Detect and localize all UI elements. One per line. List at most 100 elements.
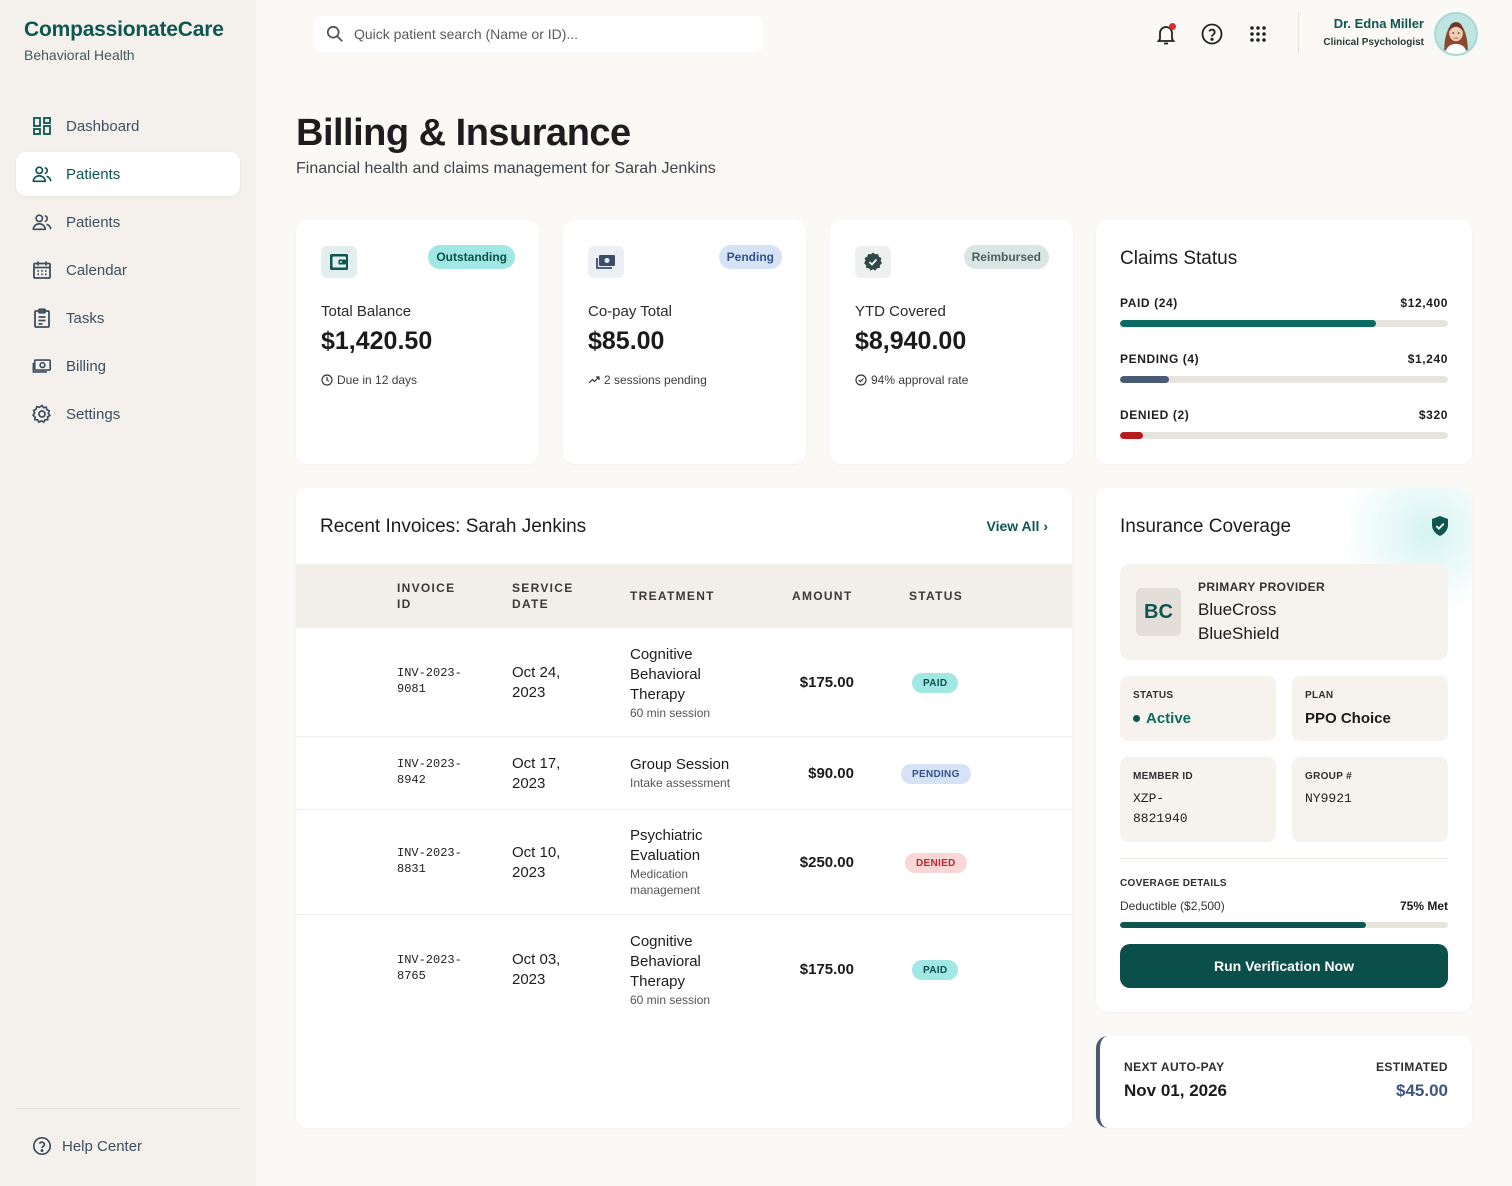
provider-name: BlueCross BlueShield [1198,600,1280,643]
claim-progress-fill [1120,376,1170,383]
sidebar-item-dashboard[interactable]: Dashboard [16,104,240,148]
insurance-coverage-card: Insurance Coverage BC PRIMARY PROVIDER B… [1096,488,1472,1012]
status-badge-pending: PENDING [901,764,971,784]
deductible-met: 75% Met [1399,899,1448,913]
claim-amount: $1,240 [1407,352,1448,366]
claim-progress-bar [1120,432,1448,439]
invoices-title: Recent Invoices: Sarah Jenkins [320,516,587,537]
brand-subtitle: Behavioral Health [24,47,135,63]
sidebar-item-calendar[interactable]: Calendar [16,248,240,292]
question-icon [1201,23,1223,45]
table-header: INVOICE ID SERVICE DATE TREATMENT AMOUNT… [296,564,1072,628]
service-date: Oct 24, 2023 [512,664,561,701]
deductible-label: Deductible ($2,500) [1120,899,1225,913]
claim-label: PENDING (4) [1120,352,1200,366]
treatment-detail: 60 min session [630,706,711,720]
invoice-amount: $90.00 [808,765,854,782]
sidebar-item-settings[interactable]: Settings [16,392,240,436]
invoice-id: INV-2023-9081 [397,666,462,696]
apps-button[interactable] [1246,22,1270,46]
sidebar-item-tasks[interactable]: Tasks [16,296,240,340]
invoice-amount: $175.00 [799,961,854,978]
sidebar-item-label: Settings [66,405,121,423]
treatment-name: Psychiatric Evaluation [630,827,703,864]
treatment-name: Cognitive Behavioral Therapy [630,646,701,703]
autopay-label: NEXT AUTO-PAY [1124,1060,1225,1074]
table-row[interactable]: INV-2023-9081 Oct 24, 2023 Cognitive Beh… [296,628,1072,737]
column-header-treatment[interactable]: TREATMENT [630,588,715,604]
shield-check-icon [1432,516,1448,536]
sidebar-item-label: Patients [66,165,121,183]
deductible-progress-bar [1120,922,1448,928]
sidebar-item-patients-active[interactable]: Patients [16,152,240,196]
estimated-amount: $45.00 [1396,1081,1448,1100]
sidebar-item-label: Dashboard [66,117,140,135]
status-badge-paid: PAID [912,960,959,980]
brand-name: CompassionateCare [24,18,224,41]
recent-invoices-card: Recent Invoices: Sarah Jenkins View All … [296,488,1072,1128]
group-number-box: GROUP # NY9921 [1292,757,1448,842]
claim-amount: $12,400 [1400,296,1448,310]
stat-card-copay-total: Pending Co-pay Total $85.00 2 sessions p… [563,220,806,464]
help-center-link[interactable]: Help Center [32,1136,142,1156]
sidebar-item-patients[interactable]: Patients [16,200,240,244]
column-header-service-date[interactable]: SERVICE DATE [512,580,592,612]
avatar[interactable] [1434,12,1478,56]
treatment: Cognitive Behavioral Therapy 60 min sess… [630,645,742,721]
sidebar-item-billing[interactable]: Billing [16,344,240,388]
provider-label: PRIMARY PROVIDER [1198,580,1326,594]
deductible-progress-fill [1120,922,1366,928]
help-button[interactable] [1200,22,1224,46]
column-header-invoice-id[interactable]: INVOICE ID [397,580,467,612]
member-id-value: XZP-8821940 [1133,791,1188,826]
notification-dot [1169,23,1176,30]
stat-card-ytd-covered: Reimbursed YTD Covered $8,940.00 94% app… [830,220,1073,464]
deductible-row: Deductible ($2,500) 75% Met [1120,899,1448,913]
service-date: Oct 17, 2023 [512,755,561,792]
column-header-status[interactable]: STATUS [909,588,963,604]
stat-footnote: 2 sessions pending [588,373,707,387]
group-number-value: NY9921 [1305,791,1352,806]
check-circle-icon [855,374,867,386]
treatment-detail: Intake assessment [630,776,731,790]
claim-amount: $320 [1418,408,1448,422]
status-label: STATUS [1133,690,1174,701]
estimated-label: ESTIMATED [1375,1060,1448,1074]
clock-icon [321,374,333,386]
table-row[interactable]: INV-2023-8765 Oct 03, 2023 Cognitive Beh… [296,915,1072,1024]
run-verification-button[interactable]: Run Verification Now [1120,944,1448,988]
status-value: Active [1133,710,1191,727]
claim-label: PAID (24) [1120,296,1178,310]
table-row[interactable]: INV-2023-8831 Oct 10, 2023 Psychiatric E… [296,810,1072,915]
invoice-id: INV-2023-8942 [397,757,462,787]
sidebar-divider [16,1108,240,1109]
claim-label: DENIED (2) [1120,408,1190,422]
column-header-amount[interactable]: AMOUNT [792,588,852,604]
verified-badge-icon [855,246,891,278]
topbar-divider [1298,12,1299,54]
autopay-date: Nov 01, 2026 [1124,1081,1228,1100]
page-subtitle: Financial health and claims management f… [296,160,716,177]
plan-box: PLAN PPO Choice [1292,676,1448,741]
stat-label: YTD Covered [855,303,946,320]
stat-value: $8,940.00 [855,327,967,355]
status-text: Active [1146,710,1192,727]
notifications-button[interactable] [1154,22,1178,46]
sidebar-item-label: Tasks [66,309,105,327]
plan-label: PLAN [1305,690,1334,701]
search-input[interactable] [354,26,734,42]
insurance-title: Insurance Coverage [1120,516,1292,537]
patient-search[interactable] [314,16,763,52]
page-title: Billing & Insurance [296,112,631,154]
primary-provider: BC PRIMARY PROVIDER BlueCross BlueShield [1120,564,1448,660]
user-profile[interactable]: Dr. Edna Miller Clinical Psychologist [1323,16,1424,48]
brand: CompassionateCare Behavioral Health [24,18,224,63]
view-all-link[interactable]: View All › [987,518,1048,534]
claim-progress-bar [1120,320,1448,327]
search-icon [326,25,343,42]
treatment-detail: Medication management [630,867,701,897]
table-row[interactable]: INV-2023-8942 Oct 17, 2023 Group Session… [296,737,1072,810]
status-badge-outstanding: Outstanding [428,245,515,269]
help-center-label: Help Center [62,1137,143,1155]
sidebar-item-label: Billing [66,357,107,375]
